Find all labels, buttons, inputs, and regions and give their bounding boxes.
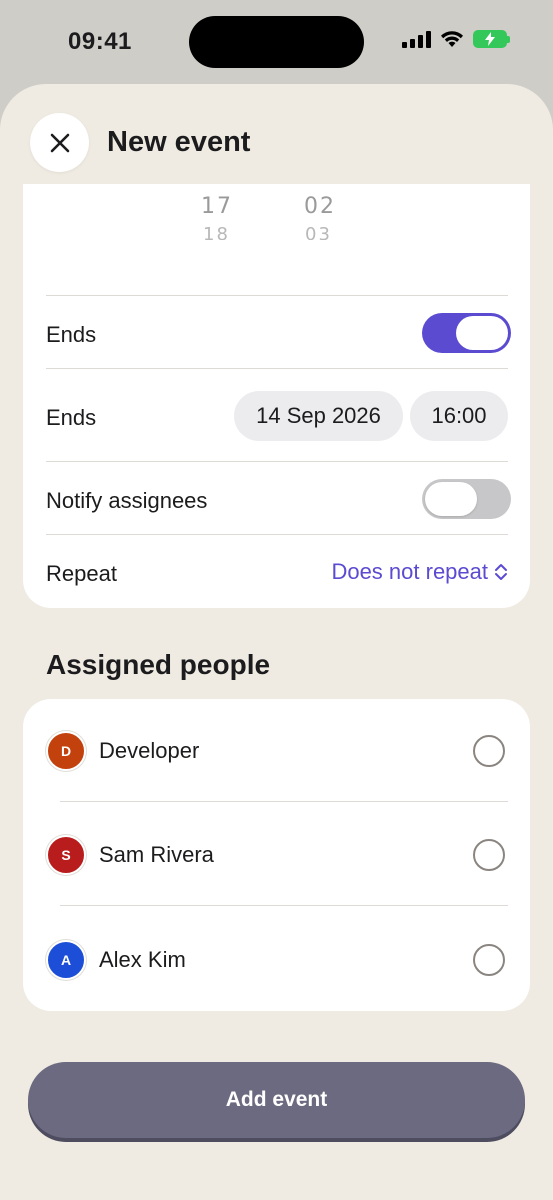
list-item[interactable]: D Developer xyxy=(23,699,530,803)
chevron-updown-icon xyxy=(495,564,507,580)
avatar: D xyxy=(46,731,86,771)
divider xyxy=(46,461,508,462)
status-bar: 09:41 xyxy=(0,0,553,84)
battery-icon xyxy=(473,30,510,48)
avatar: A xyxy=(46,940,86,980)
toggle-knob xyxy=(425,482,477,516)
wifi-icon xyxy=(441,31,463,47)
hour-wheel-value[interactable]: 17 xyxy=(201,194,233,219)
select-radio[interactable] xyxy=(473,839,505,871)
divider xyxy=(46,295,508,296)
add-event-button[interactable]: Add event xyxy=(28,1062,525,1138)
dynamic-island xyxy=(189,16,364,68)
divider xyxy=(60,905,508,906)
close-icon xyxy=(50,133,69,152)
repeat-value: Does not repeat xyxy=(331,559,488,584)
status-icons xyxy=(402,30,510,48)
ends-toggle-label: Ends xyxy=(46,322,97,347)
page-title: New event xyxy=(107,126,251,158)
new-event-sheet: New event 17 18 02 03 Ends Ends 14 Sep 2… xyxy=(0,84,553,1200)
assigned-people-list: D Developer S Sam Rivera A Alex Kim xyxy=(23,699,530,1011)
toggle-knob xyxy=(456,316,508,350)
person-name: Alex Kim xyxy=(99,947,186,972)
event-details-card: 17 18 02 03 Ends Ends 14 Sep 2026 16:00 … xyxy=(23,184,530,608)
notify-assignees-toggle[interactable] xyxy=(422,479,511,519)
person-name: Developer xyxy=(99,738,200,763)
list-item[interactable]: S Sam Rivera xyxy=(23,803,530,907)
end-time-button[interactable]: 16:00 xyxy=(410,391,508,441)
hour-wheel-value[interactable]: 18 xyxy=(203,224,230,240)
minute-wheel-value[interactable]: 02 xyxy=(304,194,336,219)
divider xyxy=(46,534,508,535)
status-time: 09:41 xyxy=(68,28,132,55)
close-button[interactable] xyxy=(30,113,89,172)
minute-wheel-value[interactable]: 03 xyxy=(305,224,332,240)
divider xyxy=(46,368,508,369)
select-radio[interactable] xyxy=(473,735,505,767)
list-item[interactable]: A Alex Kim xyxy=(23,908,530,1012)
avatar: S xyxy=(46,835,86,875)
ends-toggle[interactable] xyxy=(422,313,511,353)
repeat-selector[interactable]: Does not repeat xyxy=(331,559,508,585)
notify-assignees-label: Notify assignees xyxy=(46,488,208,513)
repeat-label: Repeat xyxy=(46,561,117,586)
divider xyxy=(60,801,508,802)
assigned-people-title: Assigned people xyxy=(46,649,271,680)
person-name: Sam Rivera xyxy=(99,842,214,867)
end-date-button[interactable]: 14 Sep 2026 xyxy=(234,391,403,441)
select-radio[interactable] xyxy=(473,944,505,976)
ends-datetime-label: Ends xyxy=(46,405,97,430)
cellular-signal-icon xyxy=(402,30,431,48)
